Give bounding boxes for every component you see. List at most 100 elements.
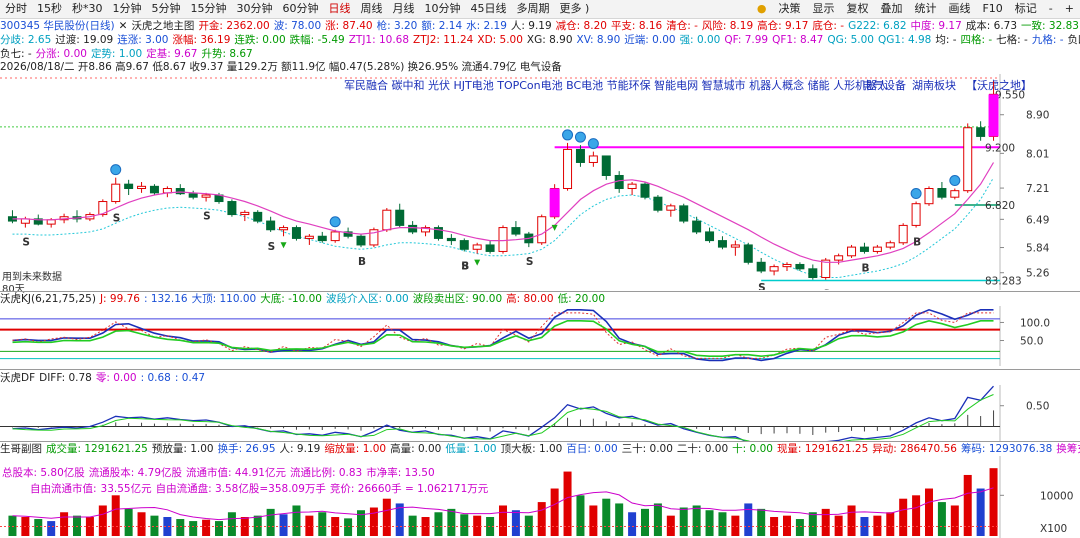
volume-bar [150, 515, 159, 536]
period-tab[interactable]: 多周期 [512, 0, 555, 18]
indicator-value: 竞价: 26660手 = 1.062171万元 [329, 483, 489, 495]
volume-bar [899, 498, 908, 536]
indicator-value: 一致: 32.83 [1021, 20, 1079, 32]
candle-body [769, 266, 779, 272]
toolbar-action[interactable]: 决策 [772, 0, 806, 18]
region-label: 湖南板块 [912, 78, 956, 92]
period-tab[interactable]: 15分钟 [186, 0, 232, 18]
kj-indicator-chart[interactable]: 100.0 50.0 [0, 306, 1080, 366]
indicator-value: ✕ [118, 20, 128, 32]
candle-body [279, 227, 289, 231]
candle-body [46, 219, 56, 225]
volume-bar [34, 519, 43, 536]
indicator-value: 分歧: 2.65 [0, 34, 52, 46]
indicator-value: 异动: 286470.56 [872, 443, 957, 455]
period-tab[interactable]: 秒*30 [67, 0, 108, 18]
volume-bar [602, 498, 611, 536]
indicator-value: 大顶: 110.00 [191, 293, 257, 305]
volume-bar [447, 508, 456, 536]
ball-marker [587, 138, 599, 150]
candle-body [872, 246, 882, 252]
price-axis-tick-label: 8.90 [1026, 110, 1049, 122]
period-tab[interactable]: 30分钟 [232, 0, 278, 18]
indicator-value: 总股本: 5.80亿股 [2, 467, 85, 479]
toolbar-action[interactable]: 叠加 [874, 0, 908, 18]
volume-bar [589, 505, 598, 536]
down-arrow-marker [474, 259, 481, 266]
indicator-value: ZTJ1: 10.68 [348, 34, 410, 46]
period-tab[interactable]: 10分钟 [420, 0, 466, 18]
indicator-value: 顶大板: 1.00 [500, 443, 563, 455]
volume-bar [821, 508, 830, 536]
volume-bar [744, 503, 753, 536]
df-axis-tick-label: 0.50 [1026, 401, 1049, 413]
volume-bar [8, 515, 17, 536]
candle-body [137, 185, 147, 190]
period-tab[interactable]: 周线 [356, 0, 388, 18]
indicator-value: 低量: 1.00 [445, 443, 497, 455]
indicator-value: 成交量: 1291621.25 [46, 443, 148, 455]
price-axis-tick-label: 7.21 [1026, 183, 1049, 195]
toolbar-action[interactable]: - [1043, 0, 1059, 18]
share-info-row-1: 总股本: 5.80亿股 流通股本: 4.79亿股 流通市值: 44.91亿元 流通比例… [2, 466, 602, 480]
toolbar-action[interactable]: 画线 [942, 0, 976, 18]
volume-bar [369, 507, 378, 536]
period-tab[interactable]: 更多 ) [555, 0, 595, 18]
indicator-value: 二十: 0.00 [676, 443, 729, 455]
period-tab[interactable]: 60分钟 [278, 0, 324, 18]
period-tab[interactable]: 日线 [324, 0, 356, 18]
period-tab[interactable]: 1分钟 [108, 0, 147, 18]
volume-bar [111, 495, 120, 536]
df-indicator-header: 沃虎DF DIFF: 0.78 零: 0.00: 0.68: 0.47 [0, 371, 1080, 385]
period-tab[interactable]: 15秒 [32, 0, 67, 18]
candle-body [963, 127, 973, 192]
indicator-value: 连涨: 3.00 [117, 34, 169, 46]
volume-bar [834, 515, 843, 536]
indicator-value: 沃虎DF [0, 372, 36, 384]
volume-bar [382, 498, 391, 536]
price-chart[interactable]: 8.90 8.01 7.21 6.49 5.84 5.26 军民融合 碳中和 光伏 HJT电… [0, 74, 1080, 290]
df-diff-line [12, 385, 994, 441]
down-arrow-marker [280, 242, 287, 249]
period-tab[interactable]: 月线 [388, 0, 420, 18]
toolbar-action[interactable]: 复权 [840, 0, 874, 18]
indicator-value: 零: 0.00 [95, 372, 137, 384]
indicator-value: QF1: 8.47 [772, 34, 824, 46]
toolbar-action[interactable]: 显示 [806, 0, 840, 18]
candle-body [911, 203, 921, 226]
volume-bar [72, 515, 82, 536]
toolbar-action[interactable]: 统计 [908, 0, 942, 18]
toolbar-action[interactable]: 标记 [1009, 0, 1043, 18]
indicator-value: 分涨: 0.00 [35, 48, 87, 60]
indicator-value: 筹码: 1293076.38 [960, 443, 1053, 455]
volume-bar [498, 505, 508, 536]
candle-body [408, 224, 418, 233]
volume-bar [795, 519, 804, 536]
pane-divider[interactable] [0, 369, 1080, 370]
volume-bar [757, 508, 766, 536]
candle-body [847, 246, 857, 257]
period-tab[interactable]: 分时 [0, 0, 32, 18]
candle-body [240, 211, 250, 216]
volume-bar [653, 503, 662, 536]
candle-body [898, 224, 908, 244]
b-signal-marker: B [358, 256, 366, 268]
candle-body [937, 188, 947, 198]
volume-axis-tick-label: 10000 [1040, 490, 1073, 502]
period-tab[interactable]: 5分钟 [147, 0, 186, 18]
indicator-value: 跌幅: -5.49 [289, 34, 345, 46]
toolbar-action[interactable]: F10 [976, 0, 1008, 18]
candle-body [330, 231, 340, 242]
toolbar-action[interactable]: + [1059, 0, 1080, 18]
df-indicator-chart[interactable]: 0.50 [0, 385, 1080, 441]
volume-bar [847, 505, 856, 536]
period-tab[interactable]: 45日线 [466, 0, 512, 18]
candle-body [666, 205, 676, 211]
volume-bar [679, 507, 688, 536]
indicator-value: 定势: 1.00 [90, 48, 143, 60]
candle-body [175, 188, 185, 195]
indicator-value: 十: 0.00 [732, 443, 773, 455]
s-signal-marker: S [203, 211, 211, 223]
volume-bar [782, 515, 792, 536]
volume-bar [808, 512, 817, 536]
